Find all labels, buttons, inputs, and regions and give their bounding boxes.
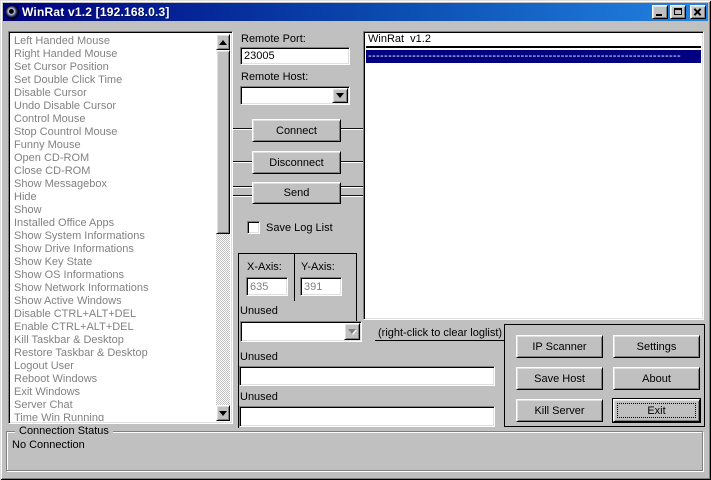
command-list-item[interactable]: Set Cursor Position (14, 61, 216, 74)
settings-button[interactable]: Settings (613, 335, 700, 358)
disconnect-button[interactable]: Disconnect (252, 151, 341, 174)
send-button[interactable]: Send (252, 182, 341, 204)
command-list-item[interactable]: Funny Mouse (14, 139, 216, 152)
command-list-item[interactable]: Disable Cursor (14, 87, 216, 100)
unused-dropdown-button[interactable] (344, 323, 360, 340)
command-list-item[interactable]: Set Double Click Time (14, 74, 216, 87)
maximize-button[interactable] (670, 5, 686, 19)
command-list-item[interactable]: Enable CTRL+ALT+DEL (14, 321, 216, 334)
ip-scanner-button[interactable]: IP Scanner (516, 335, 603, 358)
command-list-item[interactable]: Time Win Running (14, 412, 216, 421)
command-list-item[interactable]: Show OS Informations (14, 269, 216, 282)
titlebar[interactable]: WinRat v1.2 [192.168.0.3] (3, 3, 708, 21)
unused-combobox[interactable] (240, 321, 362, 342)
connection-status-groupbox: Connection Status No Connection (6, 431, 703, 471)
command-list-item[interactable]: Show Messagebox (14, 178, 216, 191)
command-list-item[interactable]: Kill Taskbar & Desktop (14, 334, 216, 347)
command-list-item[interactable]: Undo Disable Cursor (14, 100, 216, 113)
command-list-item[interactable]: Close CD-ROM (14, 165, 216, 178)
divider-line (341, 195, 363, 197)
command-listbox[interactable]: Left Handed MouseRight Handed MouseSet C… (8, 31, 233, 424)
command-list-item[interactable]: Hide (14, 191, 216, 204)
save-log-list-checkbox[interactable] (247, 221, 260, 234)
command-list-item[interactable]: Control Mouse (14, 113, 216, 126)
command-list-item[interactable]: Show Active Windows (14, 295, 216, 308)
remote-host-dropdown-button[interactable] (332, 88, 348, 103)
command-list-item[interactable]: Show Key State (14, 256, 216, 269)
log-underline (366, 46, 701, 48)
maximize-icon (674, 8, 682, 15)
axis-box-line (238, 253, 239, 428)
save-host-button[interactable]: Save Host (516, 367, 603, 390)
remote-host-combobox[interactable] (240, 86, 350, 105)
divider-line (233, 186, 252, 188)
command-list-item[interactable]: Reboot Windows (14, 373, 216, 386)
log-item-title[interactable]: WinRat v1.2 (366, 34, 701, 45)
axis-box-line (294, 253, 295, 301)
minimize-icon (656, 14, 662, 16)
divider-line (341, 186, 363, 188)
command-list-item[interactable]: Disable CTRL+ALT+DEL (14, 308, 216, 321)
scrollbar-track[interactable] (216, 234, 230, 405)
app-icon (5, 5, 19, 19)
unused-combo-label: Unused (240, 305, 278, 317)
axis-box-line (356, 253, 357, 326)
dropdown-arrow-icon (336, 93, 344, 98)
unused-input-3[interactable] (239, 406, 495, 427)
kill-server-button[interactable]: Kill Server (516, 399, 603, 422)
divider-line (233, 161, 252, 163)
connection-status-value: No Connection (12, 439, 85, 451)
log-listbox[interactable]: WinRat v1.2 ----------------------------… (363, 31, 704, 320)
command-list-item[interactable]: Exit Windows (14, 386, 216, 399)
command-list-item[interactable]: Server Chat (14, 399, 216, 412)
scroll-up-icon (219, 40, 227, 45)
unused-field3-label: Unused (240, 391, 278, 403)
divider-line (341, 161, 363, 163)
command-list-scrollbar[interactable] (216, 34, 230, 421)
exit-button[interactable]: Exit (613, 399, 700, 422)
divider-line (233, 195, 252, 197)
connection-status-label: Connection Status (15, 425, 113, 437)
command-list-item[interactable]: Show Drive Informations (14, 243, 216, 256)
divider-line (341, 128, 363, 130)
axis-box-line (238, 253, 356, 254)
minimize-button[interactable] (652, 5, 668, 19)
winrat-window: WinRat v1.2 [192.168.0.3] Left Handed Mo… (0, 0, 711, 480)
command-list-item[interactable]: Restore Taskbar & Desktop (14, 347, 216, 360)
remote-port-input[interactable] (240, 47, 350, 65)
command-list-item[interactable]: Show System Informations (14, 230, 216, 243)
scroll-up-button[interactable] (216, 34, 230, 50)
close-button[interactable] (690, 5, 706, 19)
scrollbar-thumb[interactable] (216, 50, 230, 234)
about-button[interactable]: About (613, 367, 700, 390)
x-axis-label: X-Axis: (247, 261, 282, 273)
dropdown-arrow-icon (348, 329, 356, 334)
y-axis-label: Y-Axis: (301, 261, 335, 273)
window-title: WinRat v1.2 [192.168.0.3] (22, 5, 170, 19)
command-list-item[interactable]: Logout User (14, 360, 216, 373)
command-list-item[interactable]: Left Handed Mouse (14, 35, 216, 48)
remote-host-label: Remote Host: (241, 71, 308, 83)
log-item-selected[interactable]: ----------------------------------------… (366, 50, 701, 63)
command-list-item[interactable]: Open CD-ROM (14, 152, 216, 165)
divider-line (233, 128, 252, 130)
unused-input-2[interactable] (239, 366, 495, 386)
scroll-down-icon (219, 411, 227, 416)
scroll-down-button[interactable] (216, 405, 230, 421)
remote-port-label: Remote Port: (241, 33, 306, 45)
hint-underline (375, 340, 505, 341)
command-list-item[interactable]: Show (14, 204, 216, 217)
save-log-list-label: Save Log List (266, 222, 333, 234)
y-axis-input[interactable] (300, 277, 342, 296)
x-axis-input[interactable] (246, 277, 288, 296)
command-list-item[interactable]: Right Handed Mouse (14, 48, 216, 61)
unused-field2-label: Unused (240, 351, 278, 363)
connect-button[interactable]: Connect (252, 119, 341, 142)
command-list-item[interactable]: Stop Countrol Mouse (14, 126, 216, 139)
command-list-item[interactable]: Installed Office Apps (14, 217, 216, 230)
command-list-item[interactable]: Show Network Informations (14, 282, 216, 295)
loglist-hint: (right-click to clear loglist) (378, 327, 502, 339)
